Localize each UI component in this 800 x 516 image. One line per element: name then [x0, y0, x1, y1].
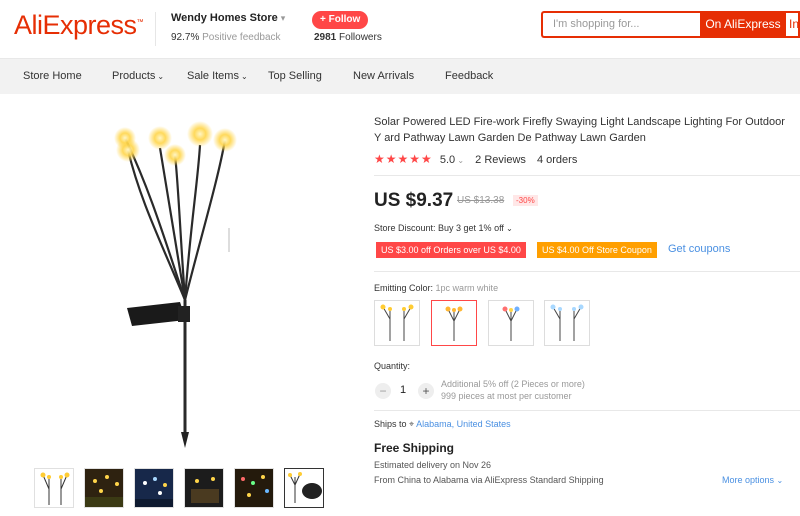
product-title: Solar Powered LED Fire-work Firefly Sway…: [374, 116, 785, 144]
coupon-orders-over[interactable]: US $3.00 off Orders over US $4.00: [376, 242, 526, 258]
quantity-label: Quantity:: [374, 361, 411, 371]
header-divider: [155, 12, 156, 46]
caret-down-icon: ▾: [280, 13, 286, 23]
rating-score[interactable]: 5.0 ⌄: [440, 154, 464, 166]
quantity-increase-button[interactable]: +: [418, 383, 434, 399]
color-swatch-3[interactable]: [488, 300, 534, 346]
followers-count: 2981 Followers: [314, 32, 382, 43]
nav-feedback[interactable]: Feedback: [445, 70, 493, 82]
follow-button[interactable]: + Follow: [312, 11, 369, 29]
nav-sale-items[interactable]: Sale Items ⌄: [187, 70, 248, 82]
color-swatch-2[interactable]: [431, 300, 477, 346]
thumbnail-5[interactable]: [234, 468, 274, 508]
divider: [374, 271, 800, 272]
estimated-delivery: Estimated delivery on Nov 26: [374, 460, 492, 470]
thumbnail-6[interactable]: [284, 468, 324, 508]
divider: [374, 175, 800, 176]
thumbnail-3[interactable]: [134, 468, 174, 508]
top-header: AliExpress™ Wendy Homes Store ▾ 92.7% Pos…: [0, 0, 800, 58]
ships-to: Ships to ⌖ Alabama, United States: [374, 419, 511, 429]
store-nav: Store Home Products ⌄ Sale Items ⌄ Top Sel…: [0, 58, 800, 94]
coupon-store[interactable]: US $4.00 Off Store Coupon: [537, 242, 657, 258]
shipping-method: From China to Alabama via AliExpress Sta…: [374, 475, 604, 485]
chevron-down-icon: ⌄: [776, 476, 784, 485]
free-shipping: Free Shipping: [374, 441, 455, 455]
rating-stars-icon: ★★★★★: [374, 152, 433, 166]
nav-store-home[interactable]: Store Home: [23, 70, 82, 82]
quantity-decrease-button[interactable]: −: [375, 383, 391, 399]
divider: [374, 410, 800, 411]
aliexpress-logo[interactable]: AliExpress™: [14, 10, 144, 41]
thumbnail-1[interactable]: [34, 468, 74, 508]
chevron-down-icon: ⌄: [157, 72, 165, 81]
original-price: US $13.38: [457, 195, 505, 206]
thumbnail-2[interactable]: [84, 468, 124, 508]
product-rating: ★★★★★ 5.0 ⌄ 2 Reviews 4 orders: [374, 152, 577, 166]
emitting-color-label: Emitting Color: 1pc warm white: [374, 283, 499, 293]
store-name[interactable]: Wendy Homes Store ▾: [171, 12, 285, 24]
store-feedback: 92.7% Positive feedback: [171, 32, 281, 43]
ships-to-location-link[interactable]: Alabama, United States: [416, 419, 511, 429]
product-main-image[interactable]: [40, 110, 340, 455]
location-pin-icon: ⌖: [409, 419, 415, 429]
current-price: US $9.37: [374, 190, 454, 211]
discount-badge: -30%: [513, 195, 538, 206]
search-aliexpress-button[interactable]: On AliExpress: [700, 11, 786, 38]
store-discount[interactable]: Store Discount: Buy 3 get 1% off ⌄: [374, 223, 513, 233]
more-options-link[interactable]: More options ⌄: [722, 475, 783, 485]
nav-products[interactable]: Products ⌄: [112, 70, 164, 82]
search-input[interactable]: I'm shopping for...: [541, 11, 701, 38]
reviews-link[interactable]: 2 Reviews: [475, 154, 526, 166]
nav-new-arrivals[interactable]: New Arrivals: [353, 70, 414, 82]
quantity-value[interactable]: 1: [400, 384, 406, 396]
nav-top-selling[interactable]: Top Selling: [268, 70, 322, 82]
thumbnail-4[interactable]: [184, 468, 224, 508]
search-store-button[interactable]: In: [786, 11, 800, 38]
get-coupons-link[interactable]: Get coupons: [668, 243, 730, 255]
color-swatch-4[interactable]: [544, 300, 590, 346]
orders-count: 4 orders: [536, 154, 578, 166]
chevron-down-icon: ⌄: [240, 72, 248, 81]
color-swatch-1[interactable]: [374, 300, 420, 346]
quantity-note: Additional 5% off (2 Pieces or more) 999 …: [441, 379, 585, 401]
